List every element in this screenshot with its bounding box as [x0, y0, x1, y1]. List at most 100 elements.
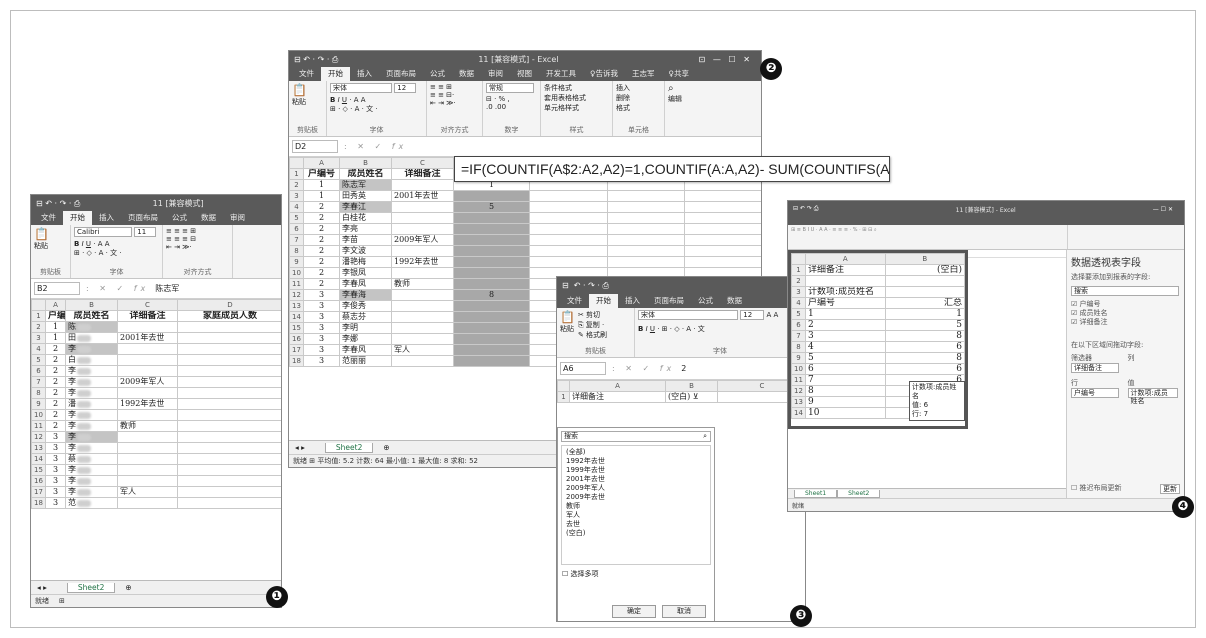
cell[interactable]	[391, 267, 454, 279]
cell[interactable]: 3	[45, 464, 66, 476]
conditional-format-button[interactable]: 条件格式	[544, 83, 609, 93]
cell[interactable]: 李	[65, 431, 118, 443]
cell[interactable]	[117, 354, 178, 366]
ok-button[interactable]: 确定	[612, 605, 656, 618]
quick-access-toolbar[interactable]: ⊟ ↶ · ↷ · ⎙	[294, 55, 338, 65]
format-painter-button[interactable]: ✎ 格式刷	[578, 330, 607, 340]
cell[interactable]: 李	[65, 409, 118, 421]
cell[interactable]	[177, 365, 281, 377]
cell[interactable]: 2	[45, 376, 66, 388]
cell[interactable]	[117, 343, 178, 355]
cell[interactable]: 教师	[117, 420, 178, 432]
cell[interactable]	[391, 355, 454, 367]
cell[interactable]	[453, 355, 530, 367]
empty-cell[interactable]	[684, 201, 761, 213]
cell[interactable]: 李	[65, 365, 118, 377]
cell[interactable]: 2	[303, 245, 340, 257]
column-header[interactable]: A	[45, 299, 66, 311]
cell[interactable]: 详细备注	[805, 264, 886, 276]
ribbon-tab[interactable]: 数据	[452, 68, 481, 81]
row-header[interactable]: 11	[31, 420, 46, 432]
header-cell[interactable]: 户编号	[45, 310, 66, 322]
cell[interactable]	[177, 442, 281, 454]
cell[interactable]	[453, 267, 530, 279]
cell[interactable]: 8	[884, 352, 965, 364]
cut-button[interactable]: ✂ 剪切	[578, 310, 607, 320]
empty-cell[interactable]	[606, 190, 686, 202]
cell[interactable]: 3	[303, 333, 340, 345]
border-fill-color[interactable]: ⊞ · ◇ · A · 文 ·	[330, 104, 423, 114]
select-all-corner[interactable]	[791, 253, 806, 265]
cell[interactable]	[453, 322, 530, 334]
cell[interactable]: 9	[805, 396, 886, 408]
ribbon-tab[interactable]: 公式	[691, 295, 720, 308]
row-header[interactable]: 18	[31, 497, 46, 509]
cell[interactable]	[391, 322, 454, 334]
format-button[interactable]: 格式	[616, 103, 661, 113]
quick-access-toolbar[interactable]: ⊟ ↶ ↷ ⎙	[793, 205, 819, 213]
row-header[interactable]: 14	[791, 407, 806, 419]
cell[interactable]: 2009年军人	[117, 376, 178, 388]
cell[interactable]: 1992年去世	[117, 398, 178, 410]
paste-button[interactable]: 📋	[34, 227, 67, 241]
cell[interactable]: 李春凤	[339, 278, 392, 290]
cell[interactable]: 2	[303, 212, 340, 224]
row-header[interactable]: 16	[31, 475, 46, 487]
filter-search-input[interactable]: 搜索 ⌕	[561, 431, 711, 442]
row-header[interactable]: 2	[31, 321, 46, 333]
ribbon-tab[interactable]: 插入	[618, 295, 647, 308]
cell[interactable]: 2	[303, 267, 340, 279]
cell[interactable]: 2	[303, 256, 340, 268]
name-box[interactable]: B2	[34, 282, 80, 295]
cell[interactable]: 8	[453, 289, 530, 301]
row-header[interactable]: 12	[289, 289, 304, 301]
row-header[interactable]: 3	[31, 332, 46, 344]
cell[interactable]	[117, 475, 178, 487]
cell-styles-button[interactable]: 单元格样式	[544, 103, 609, 113]
cell[interactable]: 3	[45, 431, 66, 443]
cell[interactable]	[177, 376, 281, 388]
cell[interactable]	[884, 275, 965, 287]
ribbon-tab[interactable]: 页面布局	[121, 212, 165, 225]
indent-buttons[interactable]: ⇤ ⇥ ≫·	[166, 243, 229, 251]
select-all-corner[interactable]	[289, 157, 304, 169]
cell[interactable]	[884, 286, 965, 298]
row-header[interactable]: 9	[289, 256, 304, 268]
cell[interactable]	[117, 442, 178, 454]
ribbon-tab[interactable]: 插入	[92, 212, 121, 225]
cell[interactable]: 3	[45, 486, 66, 498]
cell[interactable]: 李	[65, 343, 118, 355]
empty-cell[interactable]	[529, 245, 608, 257]
cell[interactable]: 李春风	[339, 344, 392, 356]
formula-input[interactable]: 陈志军	[155, 283, 179, 294]
font-size-box[interactable]: 12	[394, 83, 417, 93]
empty-cell[interactable]	[529, 223, 608, 235]
cell[interactable]: 计数项:成员姓名	[805, 286, 886, 298]
cell[interactable]	[177, 387, 281, 399]
cell[interactable]	[117, 365, 178, 377]
row-header[interactable]: 6	[289, 223, 304, 235]
cell[interactable]: 6	[805, 363, 886, 375]
row-header[interactable]: 8	[791, 341, 806, 353]
font-name-box[interactable]: 宋体	[330, 83, 392, 93]
column-header[interactable]: B	[665, 380, 718, 392]
row-header[interactable]: 14	[31, 453, 46, 465]
row-header[interactable]: 2	[289, 179, 304, 191]
cell[interactable]: 李	[65, 387, 118, 399]
cell[interactable]	[177, 343, 281, 355]
formula-input[interactable]: 2	[681, 364, 686, 373]
header-cell[interactable]: 成员姓名	[65, 310, 118, 322]
cell[interactable]: 1	[303, 179, 340, 191]
row-header[interactable]: 13	[289, 300, 304, 312]
cell[interactable]: 6	[884, 341, 965, 353]
empty-cell[interactable]	[684, 223, 761, 235]
cell-b1-filter[interactable]: (空白) ⊻	[665, 391, 718, 403]
cell[interactable]: 2	[303, 234, 340, 246]
empty-cell[interactable]	[684, 234, 761, 246]
filter-list-item[interactable]: 军人	[566, 511, 706, 520]
cell[interactable]: 李文波	[339, 245, 392, 257]
row-header[interactable]: 5	[31, 354, 46, 366]
currency-percent[interactable]: ⊟ · % ,	[486, 95, 537, 103]
row-header[interactable]: 10	[289, 267, 304, 279]
cell[interactable]: 2	[45, 365, 66, 377]
